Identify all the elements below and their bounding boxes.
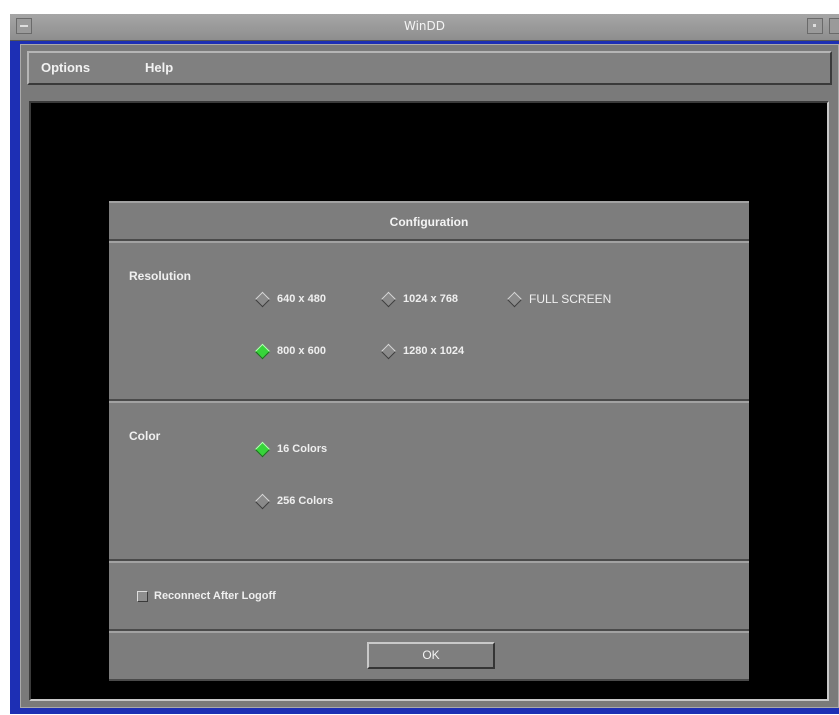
checkbox-icon bbox=[137, 590, 148, 602]
minimize-button[interactable] bbox=[807, 18, 823, 34]
radio-label: 1024 x 768 bbox=[403, 293, 459, 305]
radio-indicator-icon bbox=[254, 441, 271, 457]
radio-label: FULL SCREEN bbox=[529, 292, 612, 306]
windd-window: WinDD Options Help Configuration Resolut… bbox=[10, 14, 839, 714]
radio-800x600[interactable]: 800 x 600 bbox=[254, 343, 326, 359]
resolution-label: Resolution bbox=[129, 269, 191, 283]
resolution-section: Resolution 640 x 480 1024 x 768 FULL SCR… bbox=[109, 241, 749, 401]
radio-label: 800 x 600 bbox=[277, 345, 326, 357]
remote-desktop: Configuration Resolution 640 x 480 1024 … bbox=[29, 101, 829, 701]
radio-1280x1024[interactable]: 1280 x 1024 bbox=[380, 343, 465, 359]
radio-label: 1280 x 1024 bbox=[403, 345, 465, 357]
radio-full-screen[interactable]: FULL SCREEN bbox=[506, 291, 612, 307]
color-label: Color bbox=[129, 429, 161, 443]
radio-640x480[interactable]: 640 x 480 bbox=[254, 291, 326, 307]
window-frame: Options Help Configuration Resolution 64… bbox=[20, 44, 839, 708]
radio-indicator-icon bbox=[506, 291, 523, 307]
color-section: Color 16 Colors 256 Colors bbox=[109, 401, 749, 561]
radio-indicator-icon bbox=[254, 343, 271, 359]
radio-16-colors[interactable]: 16 Colors bbox=[254, 441, 328, 457]
ok-button[interactable]: OK bbox=[367, 642, 495, 669]
radio-label: 16 Colors bbox=[277, 443, 328, 455]
radio-indicator-icon bbox=[380, 291, 397, 307]
reconnect-checkbox[interactable]: Reconnect After Logoff bbox=[137, 590, 276, 602]
dialog-footer: OK bbox=[109, 631, 749, 681]
window-title: WinDD bbox=[403, 19, 446, 33]
reconnect-section: Reconnect After Logoff bbox=[109, 561, 749, 631]
configuration-dialog: Configuration Resolution 640 x 480 1024 … bbox=[109, 201, 749, 681]
dialog-title: Configuration bbox=[389, 215, 469, 229]
reconnect-label: Reconnect After Logoff bbox=[154, 590, 276, 602]
menu-bar: Options Help bbox=[27, 51, 832, 85]
radio-label: 256 Colors bbox=[277, 495, 334, 507]
radio-indicator-icon bbox=[254, 291, 271, 307]
radio-indicator-icon bbox=[380, 343, 397, 359]
title-bar[interactable]: WinDD bbox=[10, 14, 839, 41]
menu-options[interactable]: Options bbox=[41, 60, 90, 75]
radio-1024x768[interactable]: 1024 x 768 bbox=[380, 291, 459, 307]
radio-indicator-icon bbox=[254, 493, 271, 509]
menu-help[interactable]: Help bbox=[145, 60, 173, 75]
radio-256-colors[interactable]: 256 Colors bbox=[254, 493, 334, 509]
radio-label: 640 x 480 bbox=[277, 293, 326, 305]
dialog-header: Configuration bbox=[109, 201, 749, 241]
maximize-button[interactable] bbox=[829, 18, 839, 34]
